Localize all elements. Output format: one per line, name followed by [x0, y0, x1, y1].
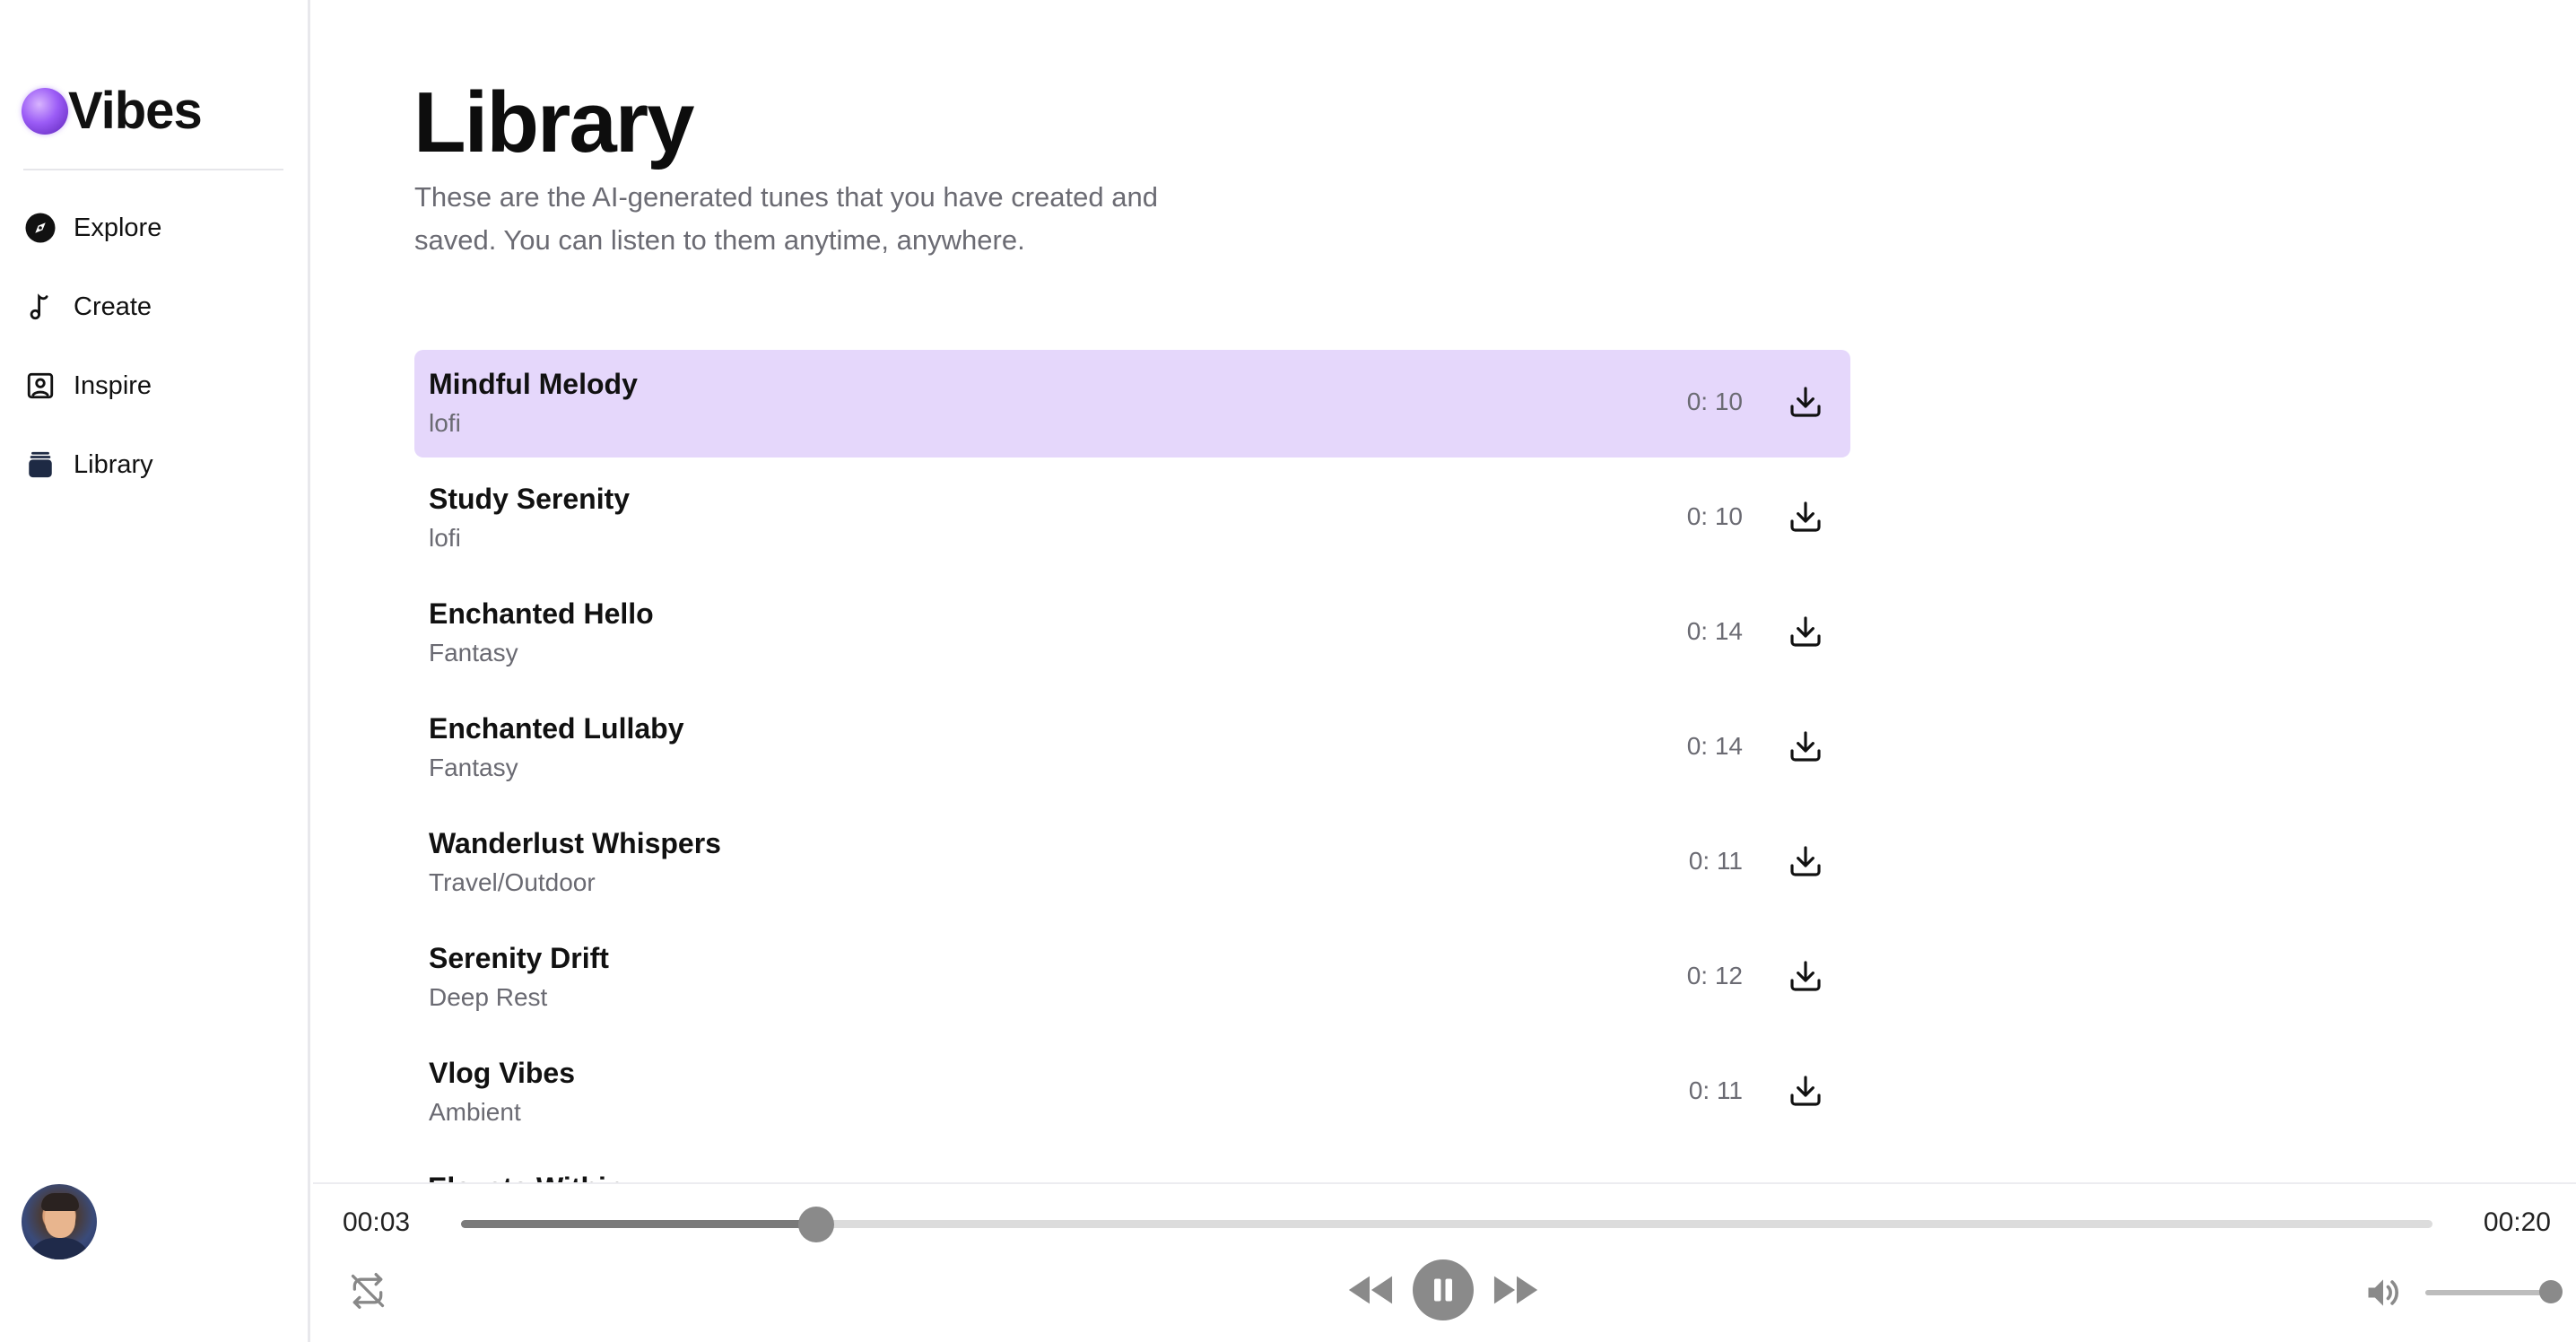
page-title: Library [413, 74, 694, 170]
track-row[interactable]: Enchanted Lullaby Fantasy 0: 14 [414, 694, 1850, 802]
avatar[interactable] [22, 1184, 97, 1259]
download-icon [1788, 958, 1823, 998]
playback-controls [1343, 1259, 1544, 1320]
music-note-icon [23, 290, 57, 324]
track-genre: lofi [429, 409, 461, 437]
fast-forward-button[interactable] [1490, 1263, 1544, 1317]
download-button[interactable] [1786, 958, 1825, 998]
download-button[interactable] [1786, 614, 1825, 653]
track-duration: 0: 14 [1686, 617, 1743, 645]
sidebar-divider [23, 169, 283, 170]
volume-slider[interactable] [2425, 1280, 2563, 1303]
track-genre: Fantasy [429, 754, 518, 781]
volume-fill [2425, 1290, 2551, 1295]
track-row[interactable]: Serenity Drift Deep Rest 0: 12 [414, 924, 1850, 1032]
rewind-button[interactable] [1343, 1263, 1397, 1317]
brand-logo[interactable]: Vibes [22, 81, 203, 141]
pause-button[interactable] [1413, 1259, 1474, 1320]
image-icon [23, 369, 57, 403]
sidebar-item-label: Create [74, 292, 152, 321]
track-row[interactable]: Mindful Melody lofi 0: 10 [414, 350, 1850, 458]
track-row[interactable]: Enchanted Hello Fantasy 0: 14 [414, 580, 1850, 687]
track-title: Serenity Drift [429, 942, 609, 974]
track-title: Enchanted Hello [429, 597, 654, 630]
sidebar: Vibes Explore Create Inspire Library [0, 0, 310, 1342]
page-subtitle: These are the AI-generated tunes that yo… [414, 181, 1158, 256]
download-button[interactable] [1786, 843, 1825, 883]
track-genre: Travel/Outdoor [429, 868, 596, 896]
logo-orb-icon [22, 87, 68, 135]
track-title: Mindful Melody [429, 368, 638, 400]
download-icon [1788, 1073, 1823, 1113]
track-duration: 0: 11 [1688, 847, 1743, 875]
track-row[interactable]: Vlog Vibes Ambient 0: 11 [414, 1039, 1850, 1146]
download-button[interactable] [1786, 728, 1825, 768]
sidebar-item-create[interactable]: Create [23, 267, 292, 346]
compass-icon [23, 211, 57, 245]
progress-fill [461, 1220, 816, 1228]
volume-button[interactable] [2361, 1270, 2406, 1315]
sidebar-item-inspire[interactable]: Inspire [23, 346, 292, 425]
volume-icon [2368, 1279, 2398, 1306]
sidebar-item-label: Explore [74, 213, 162, 242]
track-title: Wanderlust Whispers [429, 827, 721, 859]
download-button[interactable] [1786, 1073, 1825, 1112]
pause-icon [1434, 1278, 1452, 1302]
track-genre: Deep Rest [429, 983, 548, 1011]
track-genre: Ambient [429, 1098, 521, 1126]
rewind-icon [1348, 1276, 1393, 1304]
sidebar-item-label: Library [74, 449, 153, 479]
main-content: Library These are the AI-generated tunes… [313, 0, 2576, 1184]
download-button[interactable] [1786, 384, 1825, 423]
repeat-off-icon [351, 1273, 385, 1309]
download-icon [1788, 384, 1823, 424]
avatar-hair [41, 1193, 79, 1211]
progress-thumb[interactable] [797, 1207, 834, 1242]
progress-bar[interactable] [461, 1207, 2432, 1242]
track-title: Vlog Vibes [429, 1057, 576, 1089]
total-time: 00:20 [2483, 1207, 2551, 1237]
download-icon [1788, 499, 1823, 539]
fast-forward-icon [1493, 1276, 1538, 1304]
track-row[interactable]: Wanderlust Whispers Travel/Outdoor 0: 11 [414, 809, 1850, 917]
volume-thumb[interactable] [2539, 1280, 2563, 1303]
brand-name: Vibes [68, 82, 203, 140]
download-icon [1788, 614, 1823, 654]
sidebar-nav: Explore Create Inspire Library [23, 188, 292, 504]
sidebar-item-library[interactable]: Library [23, 425, 292, 504]
track-duration: 0: 12 [1686, 962, 1743, 989]
track-duration: 0: 11 [1688, 1076, 1743, 1104]
track-duration: 0: 10 [1686, 502, 1743, 530]
track-genre: Fantasy [429, 639, 518, 667]
current-time: 00:03 [343, 1207, 411, 1237]
track-duration: 0: 10 [1686, 388, 1743, 415]
track-row[interactable]: Study Serenity lofi 0: 10 [414, 465, 1850, 572]
track-list: Mindful Melody lofi 0: 10 Study Serenity lof… [414, 350, 1850, 1154]
track-title: Study Serenity [429, 483, 631, 515]
sidebar-item-label: Inspire [74, 370, 152, 400]
audio-player: 00:03 00:20 [313, 1182, 2576, 1342]
sidebar-item-explore[interactable]: Explore [23, 188, 292, 267]
download-icon [1788, 843, 1823, 884]
download-icon [1788, 728, 1823, 769]
app: Vibes Explore Create Inspire Library Lib… [0, 0, 2576, 1342]
repeat-off-button[interactable] [345, 1268, 390, 1313]
track-title: Enchanted Lullaby [429, 712, 684, 745]
avatar-shirt [27, 1238, 91, 1259]
library-icon [23, 448, 57, 482]
track-genre: lofi [429, 524, 461, 552]
download-button[interactable] [1786, 499, 1825, 538]
track-duration: 0: 14 [1686, 732, 1743, 760]
